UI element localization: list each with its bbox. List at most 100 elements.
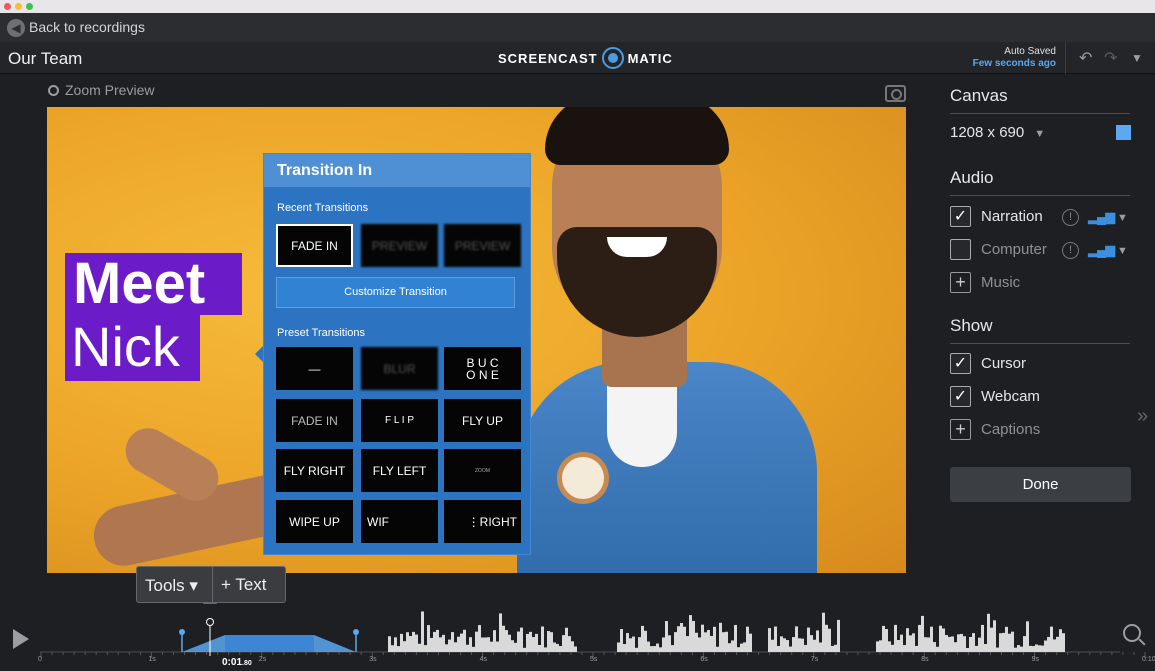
waveform-bar (912, 633, 915, 652)
webcam-checkbox[interactable]: ✓ (950, 385, 971, 407)
narration-dropdown-icon[interactable]: ▼ (1117, 212, 1128, 224)
canvas-size-dropdown[interactable]: 1208 x 690 ▼ (950, 121, 1045, 143)
recent-transition-fade-in[interactable]: FADE IN (276, 224, 353, 267)
back-to-recordings-link[interactable]: Back to recordings (29, 19, 145, 35)
waveform-bar (957, 634, 960, 652)
waveform-bar (924, 637, 927, 652)
waveform-bar (487, 637, 490, 652)
waveform-bar (529, 631, 532, 652)
waveform-bar (810, 635, 813, 652)
overlay-nick-text[interactable]: Nick (65, 315, 200, 381)
preset-fly-left[interactable]: FLY LEFT (361, 449, 438, 492)
preset-wipe-up[interactable]: WIPE UP (276, 500, 353, 543)
narration-row[interactable]: ✓ Narration (950, 205, 1043, 227)
cursor-checkbox[interactable]: ✓ (950, 352, 971, 374)
waveform-bar (668, 635, 671, 652)
waveform-bar (1005, 626, 1008, 652)
expand-panel-chevron-icon[interactable]: » (1137, 405, 1148, 428)
tools-popover: Tools ▾ + Text (136, 566, 286, 603)
timeline-track[interactable] (0, 604, 1155, 671)
add-text-button[interactable]: + Text (221, 575, 267, 595)
waveform-bar (620, 629, 623, 652)
preset-fly-right[interactable]: FLY RIGHT (276, 449, 353, 492)
waveform-bar (948, 636, 951, 652)
music-label: Music (981, 273, 1021, 291)
preset-transitions-label: Preset Transitions (277, 327, 366, 339)
computer-audio-info-icon[interactable]: ! (1062, 242, 1079, 259)
waveform-bar (939, 625, 942, 652)
add-music-icon[interactable]: + (950, 271, 971, 293)
current-time: 0:01.80 (222, 657, 252, 668)
waveform-bar (424, 645, 427, 652)
tools-menu-button[interactable]: Tools ▾ (145, 576, 198, 596)
waveform-bar (786, 640, 789, 652)
waveform-bar (403, 641, 406, 652)
playhead-knob (206, 618, 214, 626)
waveform-bar (894, 624, 897, 652)
customize-transition-button[interactable]: Customize Transition (276, 277, 515, 308)
computer-audio-checkbox[interactable] (950, 238, 971, 260)
timeline-tick-label: 2s (258, 656, 267, 663)
canvas-size-value: 1208 x 690 (950, 123, 1025, 141)
captions-row[interactable]: + Captions (950, 418, 1040, 440)
add-captions-icon[interactable]: + (950, 418, 971, 440)
waveform-bar (725, 631, 728, 652)
preset-blur[interactable]: BLUR (361, 347, 438, 390)
close-window-icon[interactable] (4, 3, 11, 10)
timeline[interactable]: 0 1s 2s 3s 4s 5s 6s 7s 8s 9s 0:10 0:01.80 (0, 604, 1155, 671)
done-button[interactable]: Done (950, 467, 1131, 502)
redo-icon[interactable]: ↷ (1104, 48, 1117, 68)
waveform-bar (496, 641, 499, 652)
project-title[interactable]: Our Team (8, 49, 82, 69)
timeline-tick-label: 5s (590, 656, 598, 663)
computer-audio-row[interactable]: Computer (950, 238, 1047, 260)
overlay-meet-text[interactable]: Meet (65, 253, 242, 315)
waveform-bar (409, 636, 412, 652)
minimize-window-icon[interactable] (15, 3, 22, 10)
maximize-window-icon[interactable] (26, 3, 33, 10)
waveform-bar (638, 637, 641, 652)
waveform-bar (930, 626, 933, 652)
preset-none[interactable]: — (276, 347, 353, 390)
preset-fly-up[interactable]: FLY UP (444, 399, 521, 442)
preset-wipe[interactable]: WIF (361, 500, 438, 543)
computer-audio-level-icon[interactable]: ▂▄▆ (1088, 242, 1115, 258)
preset-zoom[interactable]: ZOOM (444, 449, 521, 492)
recent-transition-3[interactable]: PREVIEW (444, 224, 521, 267)
camera-snapshot-icon[interactable] (885, 85, 906, 102)
zoom-preview-label: Zoom Preview (65, 82, 155, 98)
waveform-bar (996, 647, 999, 652)
back-arrow-icon[interactable]: ◀ (7, 19, 25, 37)
menu-dropdown-icon[interactable]: ▼ (1131, 51, 1143, 65)
waveform-bar (704, 632, 707, 652)
narration-level-icon[interactable]: ▂▄▆ (1088, 209, 1115, 225)
preset-wipe-right[interactable]: ⋮RIGHT (444, 500, 521, 543)
canvas-color-swatch[interactable] (1116, 125, 1131, 140)
waveform-bar (1032, 646, 1035, 652)
autosave-label: Auto Saved (1004, 46, 1056, 57)
recent-transition-2[interactable]: PREVIEW (361, 224, 438, 267)
waveform-bar (969, 636, 972, 652)
undo-icon[interactable]: ↶ (1079, 48, 1092, 68)
music-row[interactable]: + Music (950, 271, 1020, 293)
computer-audio-dropdown-icon[interactable]: ▼ (1117, 245, 1128, 257)
computer-audio-label: Computer (981, 240, 1047, 258)
waveform-bar (909, 635, 912, 652)
waveform-bar (795, 626, 798, 652)
waveform-bar (520, 627, 523, 652)
zoom-preview-control[interactable]: Zoom Preview (48, 82, 154, 98)
preset-fade-in[interactable]: FADE IN (276, 399, 353, 442)
narration-info-icon[interactable]: ! (1062, 209, 1079, 226)
webcam-row[interactable]: ✓ Webcam (950, 385, 1040, 407)
canvas-heading: Canvas (950, 86, 1008, 105)
preset-flip[interactable]: F L I P (361, 399, 438, 442)
waveform-bar (412, 631, 415, 652)
cursor-row[interactable]: ✓ Cursor (950, 352, 1026, 374)
preset-bounce[interactable]: B U C O N E (444, 347, 521, 390)
waveform-bar (1017, 645, 1020, 652)
canvas-divider (950, 113, 1130, 114)
waveform-bar (936, 646, 939, 652)
timeline-zoom-icon[interactable] (1123, 624, 1141, 642)
narration-checkbox[interactable]: ✓ (950, 205, 971, 227)
waveform-bar (442, 634, 445, 652)
